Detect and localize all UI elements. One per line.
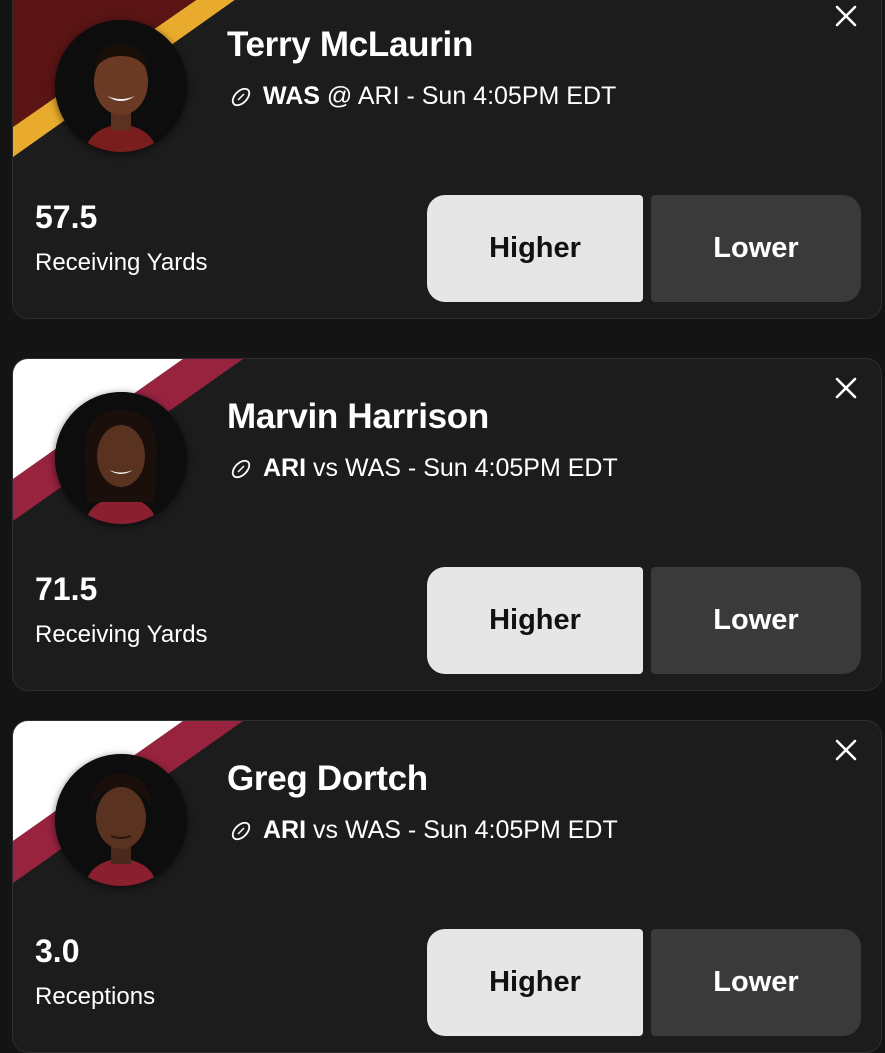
close-icon[interactable] [831, 1, 861, 31]
football-icon [231, 459, 251, 478]
player-name: Marvin Harrison [227, 397, 489, 436]
matchup-text: @ ARI - Sun 4:05PM EDT [319, 82, 617, 110]
player-avatar [55, 754, 187, 886]
football-icon [231, 87, 251, 106]
stat-line-value: 71.5 [35, 571, 98, 607]
player-avatar [55, 20, 187, 152]
higher-button[interactable]: Higher [427, 567, 643, 674]
player-card: Marvin Harrison ARI vs WAS - Sun 4:05PM … [12, 358, 882, 691]
matchup-text: vs WAS - Sun 4:05PM EDT [306, 454, 618, 482]
game-info: WAS @ ARI - Sun 4:05PM EDT [229, 82, 616, 111]
stat-type-label: Receiving Yards [35, 249, 208, 276]
team-abbrev: ARI [263, 454, 307, 482]
higher-button[interactable]: Higher [427, 195, 643, 302]
player-card: Greg Dortch ARI vs WAS - Sun 4:05PM EDT … [12, 720, 882, 1053]
stat-line-value: 3.0 [35, 933, 80, 969]
player-card: Terry McLaurin WAS @ ARI - Sun 4:05PM ED… [12, 0, 882, 319]
team-abbrev: WAS [263, 82, 320, 110]
team-abbrev: ARI [263, 816, 307, 844]
lower-button[interactable]: Lower [651, 195, 861, 302]
lower-button[interactable]: Lower [651, 929, 861, 1036]
higher-button[interactable]: Higher [427, 929, 643, 1036]
stat-type-label: Receptions [35, 983, 156, 1010]
player-name: Greg Dortch [227, 759, 428, 798]
game-info: ARI vs WAS - Sun 4:05PM EDT [229, 454, 618, 483]
game-info: ARI vs WAS - Sun 4:05PM EDT [229, 816, 618, 845]
stat-type-label: Receiving Yards [35, 621, 208, 648]
lower-button[interactable]: Lower [651, 567, 861, 674]
player-name: Terry McLaurin [227, 25, 474, 64]
close-icon[interactable] [831, 735, 861, 765]
football-icon [231, 821, 251, 840]
stat-line-value: 57.5 [35, 199, 98, 235]
player-avatar [55, 392, 187, 524]
matchup-text: vs WAS - Sun 4:05PM EDT [306, 816, 618, 844]
close-icon[interactable] [831, 373, 861, 403]
